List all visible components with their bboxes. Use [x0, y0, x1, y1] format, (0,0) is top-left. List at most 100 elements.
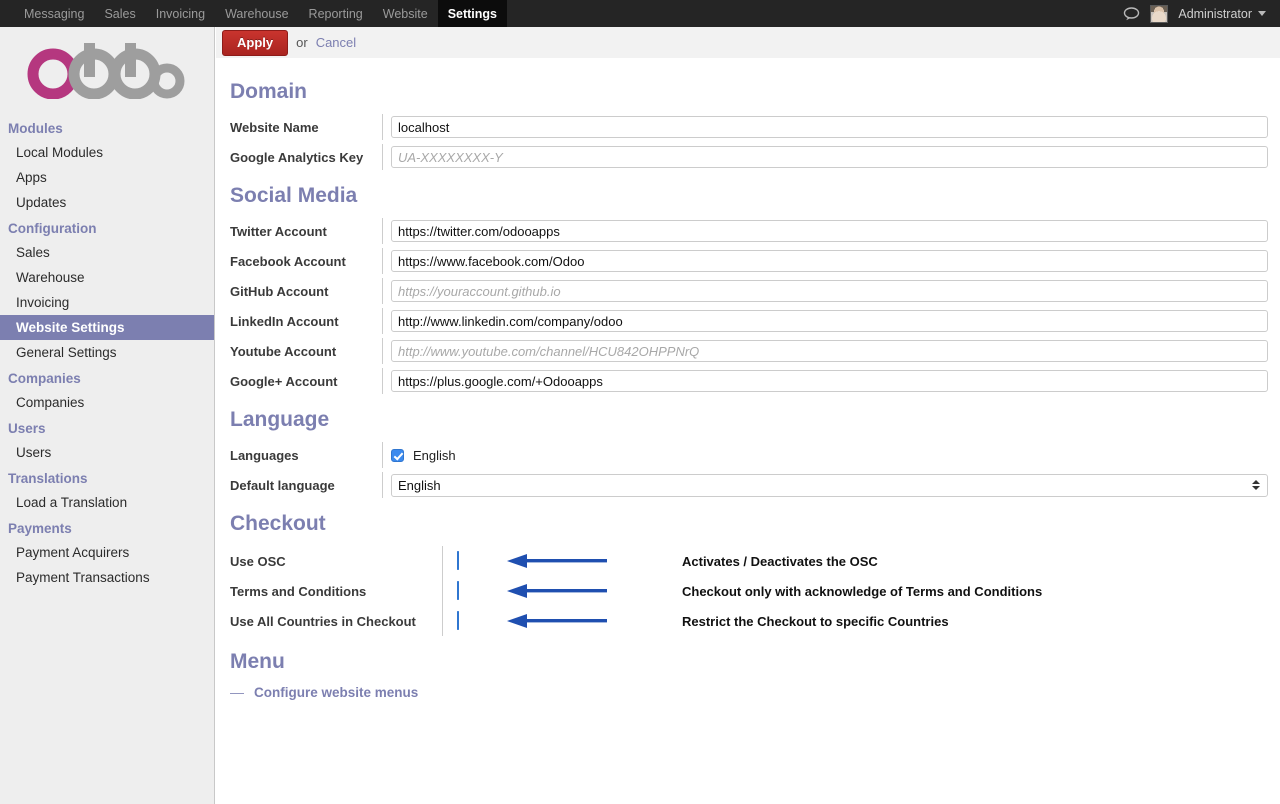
sidebar-group-translations: Translations [8, 471, 88, 486]
nav-item-sales[interactable]: Sales [94, 0, 145, 27]
website-name-input[interactable] [391, 116, 1268, 138]
chevron-down-icon[interactable] [1258, 11, 1266, 16]
main-content: Apply or Cancel Domain Website Name Goog… [216, 27, 1280, 804]
label-default-language: Default language [230, 477, 335, 493]
menu-link-row: — Configure website menus [230, 684, 1266, 700]
sidebar-item-warehouse[interactable]: Warehouse [0, 265, 214, 290]
annotation-arrow-use-osc [507, 553, 682, 569]
linkedin-account-input[interactable] [391, 310, 1268, 332]
top-navigation-bar: Messaging Sales Invoicing Warehouse Repo… [0, 0, 1280, 27]
section-title-checkout: Checkout [230, 512, 326, 535]
checkout-row-use-all-countries: Use All Countries in Checkout Restrict t… [230, 606, 1266, 636]
nav-item-invoicing[interactable]: Invoicing [146, 0, 215, 27]
facebook-account-input[interactable] [391, 250, 1268, 272]
field-divider [382, 472, 383, 498]
field-divider [382, 368, 383, 394]
field-divider [382, 442, 383, 468]
field-divider [442, 546, 443, 576]
annotation-text-terms-and-conditions: Checkout only with acknowledge of Terms … [682, 583, 1043, 599]
sidebar-group-users: Users [8, 421, 46, 436]
google-analytics-key-input[interactable] [391, 146, 1268, 168]
section-title-menu: Menu [230, 650, 285, 673]
top-nav-menu: Messaging Sales Invoicing Warehouse Repo… [14, 0, 507, 27]
sidebar-item-apps[interactable]: Apps [0, 165, 214, 190]
cancel-link[interactable]: Cancel [316, 35, 356, 50]
sidebar-item-users[interactable]: Users [0, 440, 214, 465]
nav-item-settings[interactable]: Settings [437, 0, 507, 27]
sidebar-group-payments: Payments [8, 521, 72, 536]
default-language-select[interactable]: English [391, 473, 1268, 497]
twitter-account-input[interactable] [391, 220, 1268, 242]
annotation-text-use-osc: Activates / Deactivates the OSC [682, 553, 878, 569]
field-row-googleplus-account: Google+ Account [230, 368, 1268, 394]
sidebar-item-payment-transactions[interactable]: Payment Transactions [0, 565, 214, 590]
label-facebook-account: Facebook Account [230, 253, 346, 269]
field-divider [442, 606, 443, 636]
sidebar-item-local-modules[interactable]: Local Modules [0, 140, 214, 165]
sidebar-group-companies: Companies [8, 371, 81, 386]
label-github-account: GitHub Account [230, 283, 329, 299]
youtube-account-input[interactable] [391, 340, 1268, 362]
field-row-website-name: Website Name [230, 114, 1268, 140]
label-twitter-account: Twitter Account [230, 223, 327, 239]
chat-bubble-icon[interactable] [1123, 6, 1140, 21]
field-divider [382, 308, 383, 334]
odoo-logo[interactable] [0, 27, 214, 115]
field-row-google-analytics-key: Google Analytics Key [230, 144, 1268, 170]
user-menu-label[interactable]: Administrator [1178, 7, 1252, 21]
sidebar-item-updates[interactable]: Updates [0, 190, 214, 215]
form-toolbar: Apply or Cancel [216, 27, 1280, 58]
user-avatar[interactable] [1150, 4, 1169, 23]
annotation-arrow-terms-and-conditions [507, 583, 682, 599]
label-use-osc: Use OSC [230, 553, 286, 569]
field-divider [382, 338, 383, 364]
sidebar-item-invoicing[interactable]: Invoicing [0, 290, 214, 315]
dash-bullet-icon: — [230, 684, 244, 700]
configure-website-menus-link[interactable]: Configure website menus [254, 685, 418, 700]
sidebar-item-payment-acquirers[interactable]: Payment Acquirers [0, 540, 214, 565]
field-divider [382, 278, 383, 304]
field-row-linkedin-account: LinkedIn Account [230, 308, 1268, 334]
sidebar-item-general-settings[interactable]: General Settings [0, 340, 214, 365]
field-divider [382, 114, 383, 140]
field-row-twitter-account: Twitter Account [230, 218, 1268, 244]
annotation-arrow-use-all-countries [507, 613, 682, 629]
field-row-default-language: Default language English [230, 472, 1268, 498]
label-youtube-account: Youtube Account [230, 343, 337, 359]
use-osc-checkbox[interactable] [457, 551, 459, 570]
section-title-social-media: Social Media [230, 184, 358, 207]
github-account-input[interactable] [391, 280, 1268, 302]
languages-english-label: English [413, 447, 456, 463]
sidebar-item-load-a-translation[interactable]: Load a Translation [0, 490, 214, 515]
field-divider [442, 576, 443, 606]
sidebar-item-sales[interactable]: Sales [0, 240, 214, 265]
field-row-github-account: GitHub Account [230, 278, 1268, 304]
terms-and-conditions-checkbox[interactable] [457, 581, 459, 600]
checkout-row-use-osc: Use OSC Activates / Deactivates the OSC [230, 546, 1266, 576]
nav-item-messaging[interactable]: Messaging [14, 0, 94, 27]
field-divider [382, 248, 383, 274]
label-website-name: Website Name [230, 119, 319, 135]
sidebar: Modules Local Modules Apps Updates Confi… [0, 27, 215, 804]
or-label: or [296, 35, 308, 50]
section-title-domain: Domain [230, 80, 308, 103]
googleplus-account-input[interactable] [391, 370, 1268, 392]
use-all-countries-checkbox[interactable] [457, 611, 459, 630]
languages-english-checkbox[interactable] [391, 448, 404, 462]
annotation-text-use-all-countries: Restrict the Checkout to specific Countr… [682, 613, 949, 629]
checkout-row-terms-and-conditions: Terms and Conditions Checkout only with … [230, 576, 1266, 606]
label-use-all-countries: Use All Countries in Checkout [230, 613, 416, 629]
field-row-youtube-account: Youtube Account [230, 338, 1268, 364]
sidebar-item-companies[interactable]: Companies [0, 390, 214, 415]
apply-button[interactable]: Apply [222, 29, 289, 56]
nav-item-website[interactable]: Website [373, 0, 438, 27]
label-terms-and-conditions: Terms and Conditions [230, 583, 367, 599]
sidebar-group-modules: Modules [8, 121, 63, 136]
nav-item-reporting[interactable]: Reporting [299, 0, 373, 27]
field-divider [382, 144, 383, 170]
label-googleplus-account: Google+ Account [230, 373, 338, 389]
nav-item-warehouse[interactable]: Warehouse [215, 0, 298, 27]
sidebar-item-website-settings[interactable]: Website Settings [0, 315, 214, 340]
top-nav-right: Administrator [1123, 0, 1280, 27]
field-row-facebook-account: Facebook Account [230, 248, 1268, 274]
